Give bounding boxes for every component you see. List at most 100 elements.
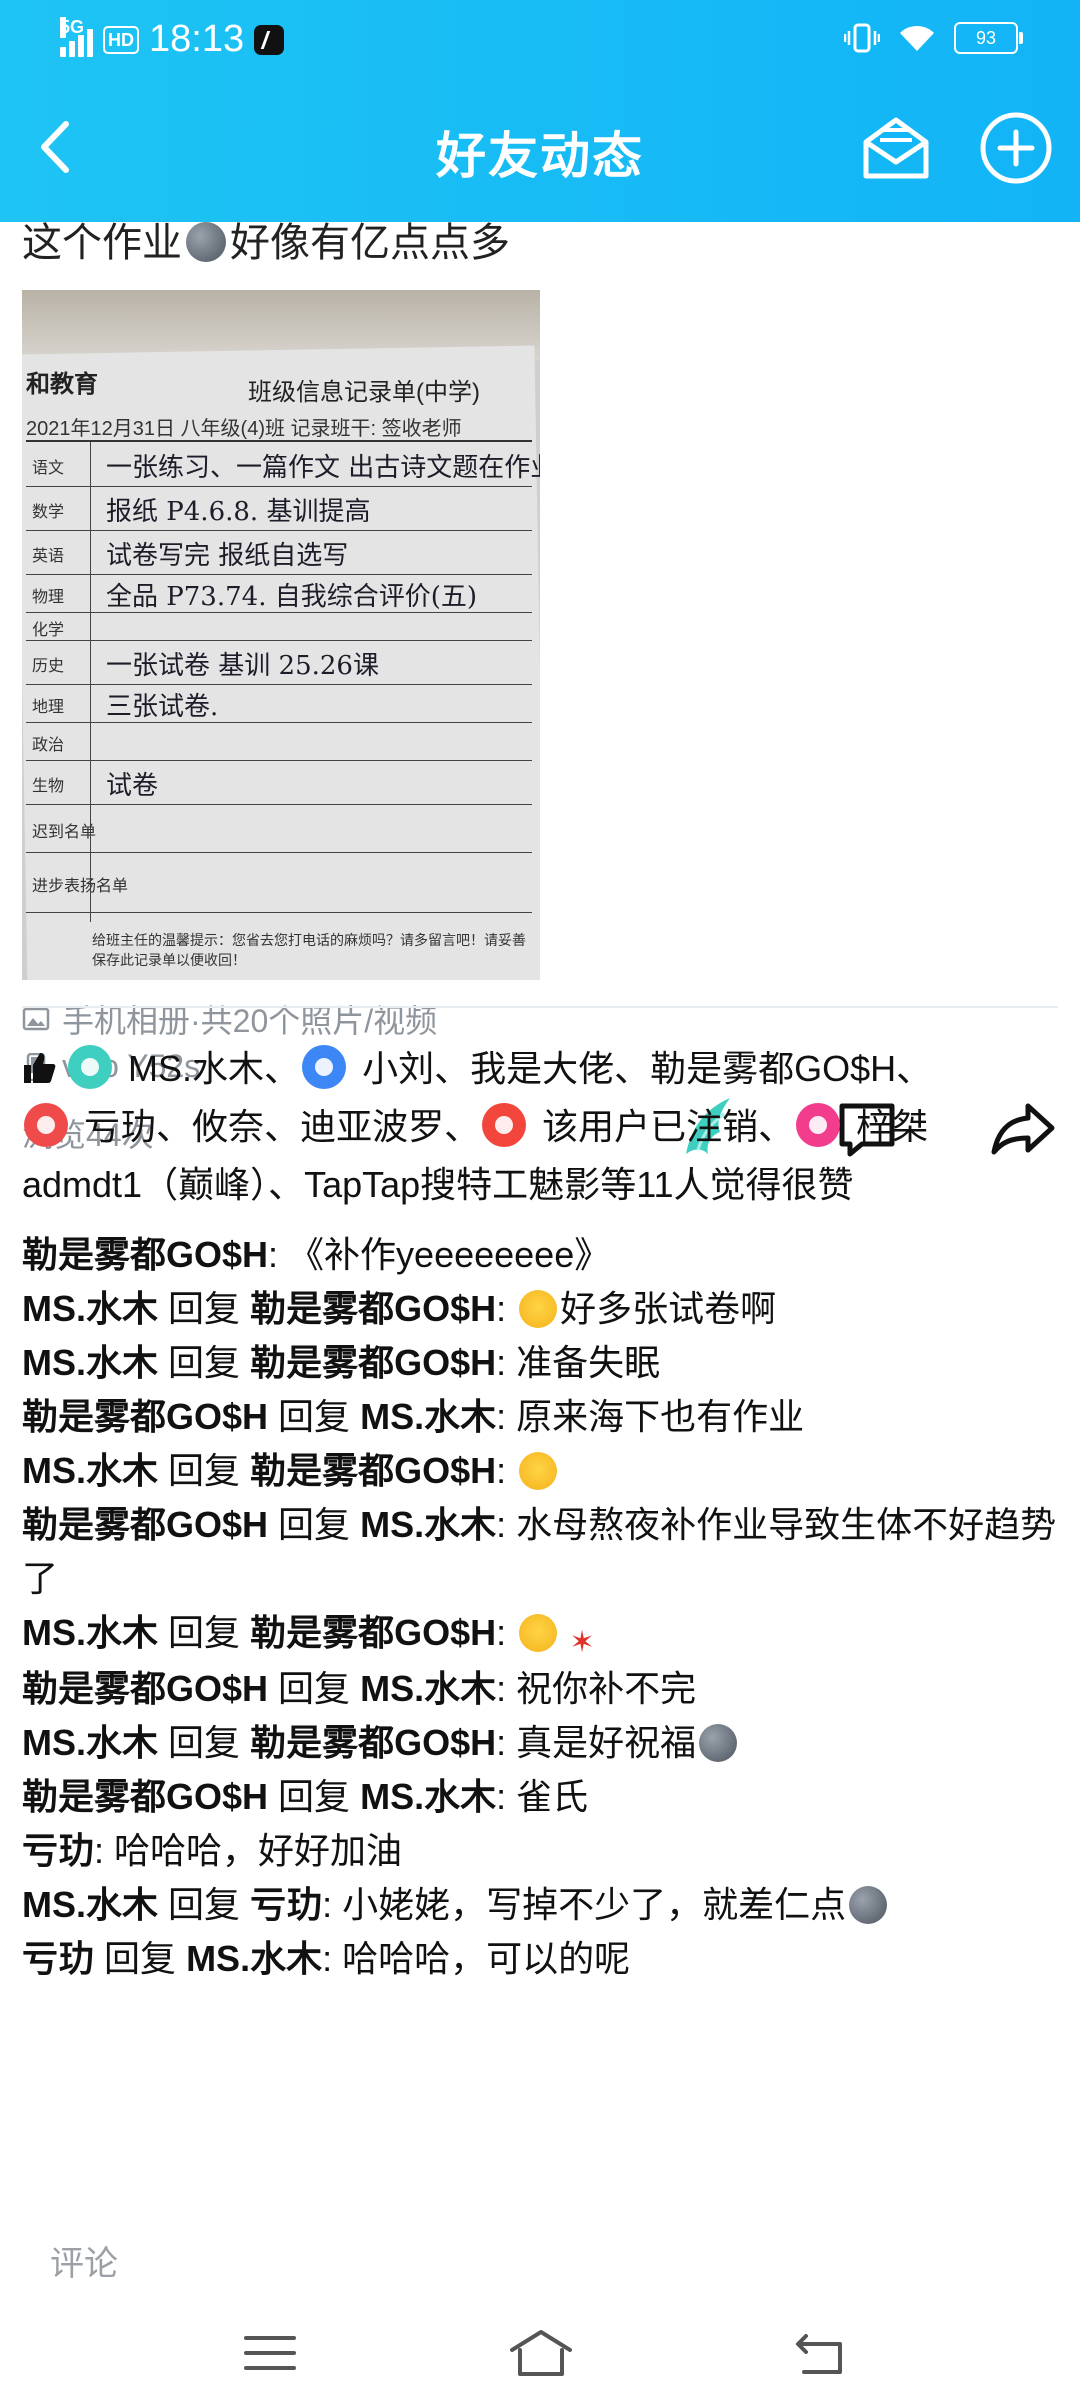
comment-reply-target[interactable]: 勒是雾都GO$H	[250, 1288, 496, 1329]
status-bar: 5G HD 18:13 93	[0, 0, 1080, 80]
comment-text: 《补作yeeeeeeee》	[288, 1234, 611, 1275]
comment-author[interactable]: 勒是雾都GO$H	[22, 1504, 268, 1545]
comment-item[interactable]: 勒是雾都GO$H: 《补作yeeeeeeee》	[22, 1228, 1062, 1282]
liker-avatar[interactable]	[24, 1103, 68, 1147]
reply-word: 回复	[278, 1668, 351, 1709]
comment-author[interactable]: 勒是雾都GO$H	[22, 1668, 268, 1709]
liker-avatar[interactable]	[68, 1045, 112, 1089]
comment-reply-target[interactable]: MS.水木	[360, 1776, 496, 1817]
comment-author[interactable]: MS.水木	[22, 1450, 158, 1491]
sheet-subject: 迟到名单	[32, 824, 97, 841]
comment-text: 真是好祝福	[516, 1722, 697, 1763]
comment-author[interactable]: MS.水木	[22, 1612, 158, 1653]
comment-reply-target[interactable]: 勒是雾都GO$H	[250, 1450, 496, 1491]
comment-text: 小姥姥，写掉不少了，就差仁点	[342, 1884, 847, 1925]
comment-reply-target[interactable]: MS.水木	[186, 1938, 322, 1979]
comment-reply-target[interactable]: MS.水木	[360, 1504, 496, 1545]
comment-author[interactable]: 勒是雾都GO$H	[22, 1234, 268, 1275]
comment-author[interactable]: 亏玏	[22, 1938, 94, 1979]
comment-item[interactable]: MS.水木 回复 勒是雾都GO$H: 好多张试卷啊	[22, 1282, 1062, 1336]
comment-item[interactable]: 勒是雾都GO$H 回复 MS.水木: 祝你补不完	[22, 1662, 1062, 1716]
comment-item[interactable]: 勒是雾都GO$H 回复 MS.水木: 雀氏	[22, 1770, 1062, 1824]
reply-word: 回复	[168, 1288, 241, 1329]
liker-name[interactable]: 梓桀	[856, 1106, 928, 1147]
sheet-subject: 生物	[32, 778, 65, 795]
comments-list: 勒是雾都GO$H: 《补作yeeeeeeee》 MS.水木 回复 勒是雾都GO$H…	[22, 1228, 1062, 1986]
sheet-note: 试卷写完 报纸自选写	[106, 541, 349, 571]
comment-item[interactable]: 亏玏 回复 MS.水木: 哈哈哈，可以的呢	[22, 1932, 1062, 1986]
comment-author[interactable]: 亏玏	[22, 1830, 94, 1871]
comment-item[interactable]: MS.水木 回复 勒是雾都GO$H: 准备失眠	[22, 1336, 1062, 1390]
moon-face-icon	[186, 222, 226, 262]
comment-author[interactable]: 勒是雾都GO$H	[22, 1776, 268, 1817]
liker-name[interactable]: TapTap搜特工魅影	[304, 1164, 600, 1205]
reply-word: 回复	[278, 1504, 351, 1545]
liker-avatar[interactable]	[796, 1103, 841, 1147]
moon-face-emoji-icon	[699, 1724, 738, 1762]
comment-reply-target[interactable]: 勒是雾都GO$H	[250, 1722, 496, 1763]
liker-name[interactable]: 小刘	[362, 1048, 434, 1089]
liker-name[interactable]: 勒是雾都GO$H	[650, 1048, 896, 1089]
sheet-date: 2021年12月31日 八年级(4)班 记录班干: 签收老师	[26, 418, 462, 440]
comment-reply-target[interactable]: MS.水木	[360, 1668, 496, 1709]
comment-author[interactable]: MS.水木	[22, 1342, 158, 1383]
comment-author[interactable]: MS.水木	[22, 1884, 158, 1925]
home-icon[interactable]	[508, 2328, 574, 2378]
back-icon[interactable]	[792, 2328, 852, 2378]
album-text: 手机相册·共20个照片/视频	[62, 1003, 438, 1039]
sheet-subject: 数学	[32, 504, 65, 521]
comment-reply-target[interactable]: 勒是雾都GO$H	[250, 1612, 496, 1653]
sheet-subject: 地理	[32, 699, 65, 716]
battery-indicator: 93	[954, 22, 1023, 54]
comment-item[interactable]: 亏玏: 哈哈哈，好好加油	[22, 1824, 1062, 1878]
top-header: 5G HD 18:13 93 好友动态	[0, 0, 1080, 222]
comment-author[interactable]: 勒是雾都GO$H	[22, 1396, 268, 1437]
liker-name[interactable]: 该用户已注销	[542, 1106, 758, 1147]
liker-name[interactable]: MS.水木	[128, 1048, 264, 1089]
wifi-icon	[900, 25, 934, 51]
comment-author[interactable]: MS.水木	[22, 1722, 158, 1763]
liker-name[interactable]: 迪亚波罗	[300, 1106, 444, 1147]
album-info[interactable]: 手机相册·共20个照片/视频	[22, 996, 437, 1042]
comment-text: 原来海下也有作业	[516, 1396, 805, 1437]
liker-avatar[interactable]	[482, 1103, 527, 1147]
comment-text: 哈哈哈，好好加油	[114, 1830, 403, 1871]
liker-name[interactable]: admdt1（巅峰）	[22, 1164, 268, 1205]
sheet-row: 语文 一张练习、一篇作文 出古诗文题在作业本上	[26, 442, 540, 487]
system-nav-bar	[0, 2300, 1080, 2408]
liker-name[interactable]: 我是大佬	[470, 1048, 614, 1089]
thumbs-up-icon	[24, 1053, 56, 1083]
menu-icon[interactable]	[240, 2328, 300, 2378]
sheet-note: 试卷	[106, 771, 159, 801]
reply-word: 回复	[168, 1450, 241, 1491]
cry-face-emoji-icon	[519, 1290, 558, 1328]
plus-circle-icon[interactable]	[978, 110, 1054, 186]
sheet-note: 一张试卷 基训 25.26课	[106, 651, 379, 681]
comment-reply-target[interactable]: MS.水木	[360, 1396, 496, 1437]
sheet-row: 政治	[26, 722, 532, 761]
comment-input[interactable]: 评论	[50, 2236, 118, 2285]
comment-item[interactable]: MS.水木 回复 勒是雾都GO$H: 真是好祝福	[22, 1716, 1062, 1770]
comment-item[interactable]: MS.水木 回复 勒是雾都GO$H:	[22, 1444, 1062, 1498]
comment-reply-target[interactable]: 亏玏	[250, 1884, 322, 1925]
post-photo[interactable]: 和教育 班级信息记录单(中学) 2021年12月31日 八年级(4)班 记录班干…	[22, 290, 540, 980]
sheet-note: 报纸 P4.6.8. 基训提高	[106, 497, 371, 527]
vibrate-icon	[844, 23, 880, 53]
image-icon	[22, 1007, 50, 1031]
mail-icon[interactable]	[860, 112, 932, 184]
comment-item[interactable]: MS.水木 回复 亏玏: 小姥姥，写掉不少了，就差仁点	[22, 1878, 1062, 1932]
comment-author[interactable]: MS.水木	[22, 1288, 158, 1329]
liker-name[interactable]: 攸奈	[192, 1106, 264, 1147]
comment-item[interactable]: 勒是雾都GO$H 回复 MS.水木: 原来海下也有作业	[22, 1390, 1062, 1444]
comment-reply-target[interactable]: 勒是雾都GO$H	[250, 1342, 496, 1383]
comment-item[interactable]: MS.水木 回复 勒是雾都GO$H: ✶	[22, 1606, 1062, 1662]
sheet-org: 和教育	[26, 371, 98, 398]
reply-word: 回复	[168, 1722, 241, 1763]
moon-face-emoji-icon	[849, 1886, 888, 1924]
liker-avatar[interactable]	[302, 1045, 347, 1089]
reply-word: 回复	[168, 1884, 241, 1925]
sheet-row: 数学 报纸 P4.6.8. 基训提高	[26, 486, 532, 531]
sheet-row: 迟到名单	[26, 804, 532, 853]
comment-item[interactable]: 勒是雾都GO$H 回复 MS.水木: 水母熬夜补作业导致生体不好趋势了	[22, 1498, 1062, 1606]
liker-name[interactable]: 亏玏	[84, 1106, 156, 1147]
